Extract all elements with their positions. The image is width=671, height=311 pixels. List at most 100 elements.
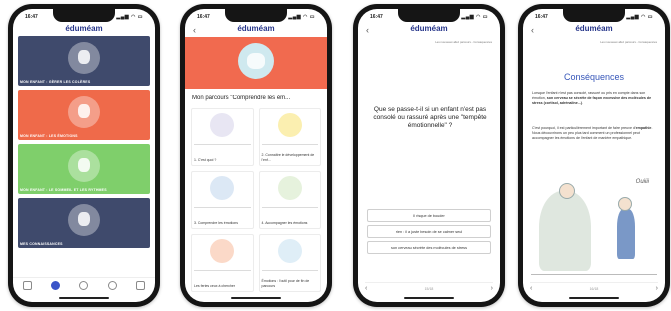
module-illustration xyxy=(210,113,235,137)
module-progress xyxy=(194,144,251,145)
module-illustration xyxy=(277,239,302,263)
screen-question: 16:47 ▂▄▆ ◠ ▭ ‹ éduméam Les nouveaux all… xyxy=(358,9,500,302)
answer-option[interactable]: son cerveau sécrète des molécules de str… xyxy=(367,241,491,254)
prev-arrow-icon[interactable]: ‹ xyxy=(530,285,532,292)
child-figure xyxy=(617,209,635,259)
module-progress xyxy=(261,270,318,271)
quiz-question: Que se passe-t-il si un enfant n'est pas… xyxy=(373,106,487,129)
module-card[interactable]: 4. Accompagner les émotions xyxy=(258,171,321,229)
status-time: 16:47 xyxy=(370,13,383,20)
phone-frame-3: 16:47 ▂▄▆ ◠ ▭ ‹ éduméam Les nouveaux all… xyxy=(353,4,505,307)
ground-line xyxy=(531,274,657,275)
answer-option[interactable]: rien : il a juste besoin de se calmer se… xyxy=(367,225,491,238)
home-indicator xyxy=(569,297,619,299)
category-label: MON ENFANT : LES ÉMOTIONS xyxy=(20,134,78,138)
category-card[interactable]: MON ENFANT : LES ÉMOTIONS xyxy=(18,90,150,140)
module-illustration xyxy=(277,176,302,200)
category-label: MON ENFANT : GÈRER LES COLÈRES xyxy=(20,80,91,84)
module-card[interactable]: 2. Connaître le développement de l'enf..… xyxy=(258,108,321,166)
module-label: Émotions : l'outil pour de fin de parcou… xyxy=(261,279,310,288)
module-grid: 1. C'est quoi ? 2. Connaître le développ… xyxy=(191,108,321,292)
pager: ‹ 16/18 › xyxy=(530,282,658,292)
parcours-icon[interactable] xyxy=(51,281,61,290)
parcours-title: Mon parcours "Comprendre les ém... xyxy=(192,95,291,101)
notch xyxy=(398,9,460,22)
module-label: 2. Connaître le développement de l'enf..… xyxy=(261,153,315,162)
app-logo: éduméam xyxy=(575,24,613,33)
app-logo: éduméam xyxy=(410,24,448,33)
notch xyxy=(225,9,287,22)
page-indicator: 15/18 xyxy=(424,286,434,291)
notch xyxy=(563,9,625,22)
app-logo: éduméam xyxy=(65,24,103,33)
status-icons: ▂▄▆ ◠ ▭ xyxy=(461,13,488,20)
module-label: 4. Accompagner les émotions xyxy=(261,220,308,225)
app-logo: éduméam xyxy=(237,24,275,33)
category-list: MON ENFANT : GÈRER LES COLÈRES MON ENFAN… xyxy=(18,36,150,248)
profile-icon[interactable] xyxy=(107,281,117,290)
category-label: MON ENFANT : LE SOMMEIL ET LES RYTHMES xyxy=(20,188,107,192)
lesson-breadcrumb: Les nouveaux allez parcours - Conséquenc… xyxy=(435,40,492,44)
status-time: 16:47 xyxy=(197,13,210,20)
child-head xyxy=(618,197,632,211)
status-time: 16:47 xyxy=(535,13,548,20)
search-icon[interactable] xyxy=(79,281,89,290)
module-progress xyxy=(261,144,318,145)
lesson-paragraph: Lorsque l'enfant n'est pas consolé, rass… xyxy=(532,91,652,105)
home-indicator xyxy=(231,297,281,299)
lesson-paragraph: C'est pourquoi, il est particulièrement … xyxy=(532,126,653,140)
category-illustration xyxy=(68,42,100,74)
next-arrow-icon[interactable]: › xyxy=(656,285,658,292)
screen-categories: 16:47 ▂▄▆ ◠ ▭ éduméam MON ENFANT : GÈRER… xyxy=(13,9,155,302)
module-progress xyxy=(261,207,318,208)
screen-consequences: 16:47 ▂▄▆ ◠ ▭ ‹ éduméam Les nouveaux all… xyxy=(523,9,665,302)
lesson-breadcrumb: Les nouveaux allez parcours - Conséquenc… xyxy=(600,40,657,44)
notch xyxy=(53,9,115,22)
phone-frame-2: 16:47 ▂▄▆ ◠ ▭ ‹ éduméam Mon parcours "Co… xyxy=(180,4,332,307)
adult-head xyxy=(559,183,575,199)
home-indicator xyxy=(404,297,454,299)
module-label: Les feries ceux à chercher xyxy=(194,283,236,288)
grid-icon[interactable] xyxy=(136,281,146,290)
module-card[interactable]: Émotions : l'outil pour de fin de parcou… xyxy=(258,234,321,292)
prev-arrow-icon[interactable]: ‹ xyxy=(365,285,367,292)
module-illustration xyxy=(210,176,235,200)
category-label: MES CONNAISSANCES xyxy=(20,242,63,246)
lesson-title: Conséquences xyxy=(563,72,625,82)
module-label: 3. Comprendre les émotions xyxy=(194,220,238,225)
module-label: 1. C'est quoi ? xyxy=(194,157,217,162)
category-card[interactable]: MON ENFANT : LE SOMMEIL ET LES RYTHMES xyxy=(18,144,150,194)
status-icons: ▂▄▆ ◠ ▭ xyxy=(288,13,315,20)
phone-frame-4: 16:47 ▂▄▆ ◠ ▭ ‹ éduméam Les nouveaux all… xyxy=(518,4,670,307)
module-card[interactable]: 3. Comprendre les émotions xyxy=(191,171,254,229)
adult-figure xyxy=(539,191,591,271)
category-card[interactable]: MON ENFANT : GÈRER LES COLÈRES xyxy=(18,36,150,86)
category-card[interactable]: MES CONNAISSANCES xyxy=(18,198,150,248)
home-icon[interactable] xyxy=(22,281,32,290)
hero-illustration xyxy=(238,43,274,79)
status-time: 16:47 xyxy=(25,13,38,20)
pager: ‹ 15/18 › xyxy=(365,282,493,292)
speech-text: Ouiiii xyxy=(635,179,649,185)
category-illustration xyxy=(68,204,100,236)
module-card[interactable]: Les feries ceux à chercher xyxy=(191,234,254,292)
status-icons: ▂▄▆ ◠ ▭ xyxy=(626,13,653,20)
module-card[interactable]: 1. C'est quoi ? xyxy=(191,108,254,166)
lesson-illustration: Ouiiii xyxy=(531,179,657,279)
page-indicator: 16/18 xyxy=(589,286,599,291)
home-indicator xyxy=(59,297,109,299)
module-illustration xyxy=(210,239,235,263)
module-progress xyxy=(194,270,251,271)
answer-list: Il risque de bouder rien : il a juste be… xyxy=(367,209,491,254)
module-progress xyxy=(194,207,251,208)
screen-parcours: 16:47 ▂▄▆ ◠ ▭ ‹ éduméam Mon parcours "Co… xyxy=(185,9,327,302)
next-arrow-icon[interactable]: › xyxy=(491,285,493,292)
category-illustration xyxy=(68,150,100,182)
tab-bar xyxy=(13,277,155,293)
module-illustration xyxy=(277,113,302,137)
hero-banner xyxy=(185,37,327,89)
answer-option[interactable]: Il risque de bouder xyxy=(367,209,491,222)
category-illustration xyxy=(68,96,100,128)
phone-frame-1: 16:47 ▂▄▆ ◠ ▭ éduméam MON ENFANT : GÈRER… xyxy=(8,4,160,307)
status-icons: ▂▄▆ ◠ ▭ xyxy=(116,13,143,20)
